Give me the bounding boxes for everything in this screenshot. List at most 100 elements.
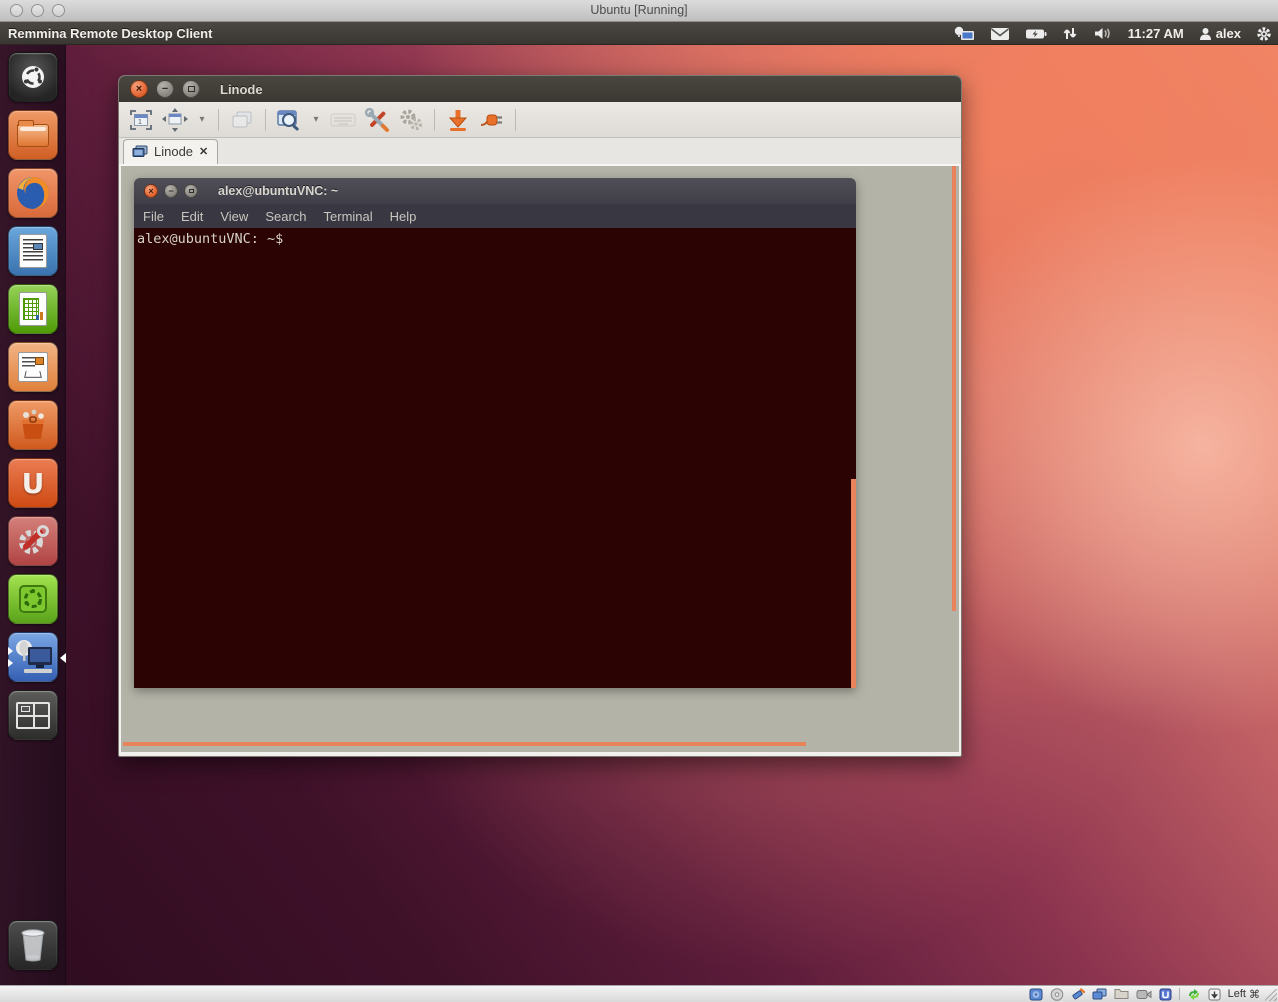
tab-label: Linode (154, 144, 193, 159)
window-close-button[interactable]: × (130, 80, 148, 98)
terminal-body[interactable]: alex@ubuntuVNC: ~$ (134, 228, 856, 688)
mouse-integration-icon[interactable] (1187, 988, 1201, 1001)
fullscreen-button[interactable]: 1 (127, 106, 155, 134)
impress-icon (9, 343, 57, 391)
scaled-mode-icon (162, 108, 188, 132)
usb-icon[interactable] (1071, 988, 1085, 1001)
volume-icon[interactable] (1093, 26, 1113, 41)
disconnect-icon (479, 109, 505, 131)
launcher-item-dash-home[interactable] (8, 52, 58, 102)
hdd-icon[interactable] (1029, 988, 1043, 1001)
menu-view[interactable]: View (220, 209, 248, 224)
session-gear-icon[interactable] (1256, 26, 1272, 42)
remmina-toolbar: 1 ▾ ▾ (119, 102, 961, 138)
minimize-to-tray-icon (447, 108, 469, 132)
vm-window-titlebar[interactable]: Ubuntu [Running] (0, 0, 1278, 22)
keyboard-grab-button[interactable] (329, 106, 357, 134)
active-app-title[interactable]: Remmina Remote Desktop Client (0, 26, 212, 41)
window-minimize-button[interactable]: − (156, 80, 174, 98)
running-indicator-arrow (8, 659, 13, 667)
menu-edit[interactable]: Edit (181, 209, 203, 224)
zoom-icon (276, 108, 302, 132)
menu-help[interactable]: Help (390, 209, 417, 224)
preferences-button[interactable] (363, 106, 391, 134)
connection-tab-icon (132, 145, 148, 158)
sync-arrows-icon[interactable] (1062, 26, 1078, 41)
toolbar-separator (515, 109, 516, 131)
settings-gear-icon (9, 517, 57, 565)
writer-icon (9, 227, 57, 275)
duplicate-connection-button[interactable] (228, 106, 256, 134)
svg-text:1: 1 (138, 119, 142, 126)
user-menu[interactable]: alex (1199, 26, 1241, 41)
zoom-button[interactable] (275, 106, 303, 134)
remmina-window: × − Linode 1 ▾ ▾ (118, 75, 962, 757)
software-center-icon (9, 401, 57, 449)
optical-disc-icon[interactable] (1050, 988, 1064, 1001)
terminal-menubar: File Edit View Search Terminal Help (134, 204, 856, 228)
firefox-icon (9, 169, 57, 217)
launcher-item-landscape[interactable] (8, 574, 58, 624)
keyboard-capture-icon[interactable] (1208, 988, 1221, 1001)
mail-icon[interactable] (990, 27, 1010, 41)
terminal-close-button[interactable]: × (144, 184, 158, 198)
window-maximize-button[interactable] (182, 80, 200, 98)
launcher-item-software-center[interactable] (8, 400, 58, 450)
launcher-item-libreoffice-impress[interactable] (8, 342, 58, 392)
scaled-mode-button[interactable] (161, 106, 189, 134)
remmina-tab-strip: Linode ✕ (119, 138, 961, 166)
running-indicator-arrow (8, 647, 13, 655)
terminal-titlebar[interactable]: × − alex@ubuntuVNC: ~ (134, 178, 856, 204)
launcher-item-libreoffice-calc[interactable] (8, 284, 58, 334)
features-icon[interactable] (1159, 988, 1172, 1001)
shell-prompt: alex@ubuntuVNC: ~$ (137, 231, 283, 247)
keyboard-grab-icon (330, 111, 356, 129)
resize-grip[interactable] (1265, 989, 1277, 1001)
ubuntu-logo-icon (9, 53, 57, 101)
minimize-to-tray-button[interactable] (444, 106, 472, 134)
duplicate-connection-icon (230, 109, 254, 131)
calc-icon (9, 285, 57, 333)
focused-indicator-arrow (60, 653, 66, 663)
video-capture-icon[interactable] (1136, 989, 1152, 1000)
terminal-maximize-button[interactable] (184, 184, 198, 198)
vnc-viewport[interactable]: × − alex@ubuntuVNC: ~ File Edit View Sea… (119, 166, 961, 754)
launcher-item-system-settings[interactable] (8, 516, 58, 566)
trash-icon (9, 921, 57, 969)
terminal-title: alex@ubuntuVNC: ~ (218, 184, 338, 198)
launcher-item-ubuntu-one[interactable]: U (8, 458, 58, 508)
window-title: Linode (220, 82, 263, 97)
toolbar-separator (218, 109, 219, 131)
remote-terminal-window[interactable]: × − alex@ubuntuVNC: ~ File Edit View Sea… (134, 178, 856, 688)
launcher-item-firefox[interactable] (8, 168, 58, 218)
launcher-item-libreoffice-writer[interactable] (8, 226, 58, 276)
launcher-item-trash[interactable] (8, 920, 58, 970)
toolbar-separator (265, 109, 266, 131)
launcher-item-remmina[interactable] (8, 632, 58, 682)
statusbar-separator (1179, 988, 1180, 1000)
display-icon[interactable] (1092, 988, 1107, 1001)
preferences-icon (364, 107, 390, 133)
tools-button[interactable] (397, 106, 425, 134)
launcher-item-workspace-switcher[interactable] (8, 690, 58, 740)
folder-icon (9, 111, 57, 159)
menu-file[interactable]: File (143, 209, 164, 224)
battery-icon[interactable] (1025, 28, 1047, 40)
terminal-minimize-button[interactable]: − (164, 184, 178, 198)
vm-window-title: Ubuntu [Running] (0, 3, 1278, 17)
zoom-dropdown-icon[interactable]: ▾ (309, 106, 323, 134)
menu-terminal[interactable]: Terminal (324, 209, 373, 224)
remmina-titlebar[interactable]: × − Linode (119, 76, 961, 102)
remmina-indicator-icon[interactable] (953, 26, 975, 42)
user-icon (1199, 27, 1212, 41)
clock[interactable]: 11:27 AM (1128, 26, 1184, 41)
disconnect-button[interactable] (478, 106, 506, 134)
ubuntu-menu-bar: Remmina Remote Desktop Client 11:27 AM a… (0, 22, 1278, 45)
workspaces-icon (9, 691, 57, 739)
menu-search[interactable]: Search (265, 209, 306, 224)
launcher-item-home-folder[interactable] (8, 110, 58, 160)
scaled-dropdown-icon[interactable]: ▾ (195, 106, 209, 134)
tab-close-icon[interactable]: ✕ (199, 145, 208, 158)
tab-linode[interactable]: Linode ✕ (123, 139, 218, 164)
shared-folders-icon[interactable] (1114, 988, 1129, 1000)
